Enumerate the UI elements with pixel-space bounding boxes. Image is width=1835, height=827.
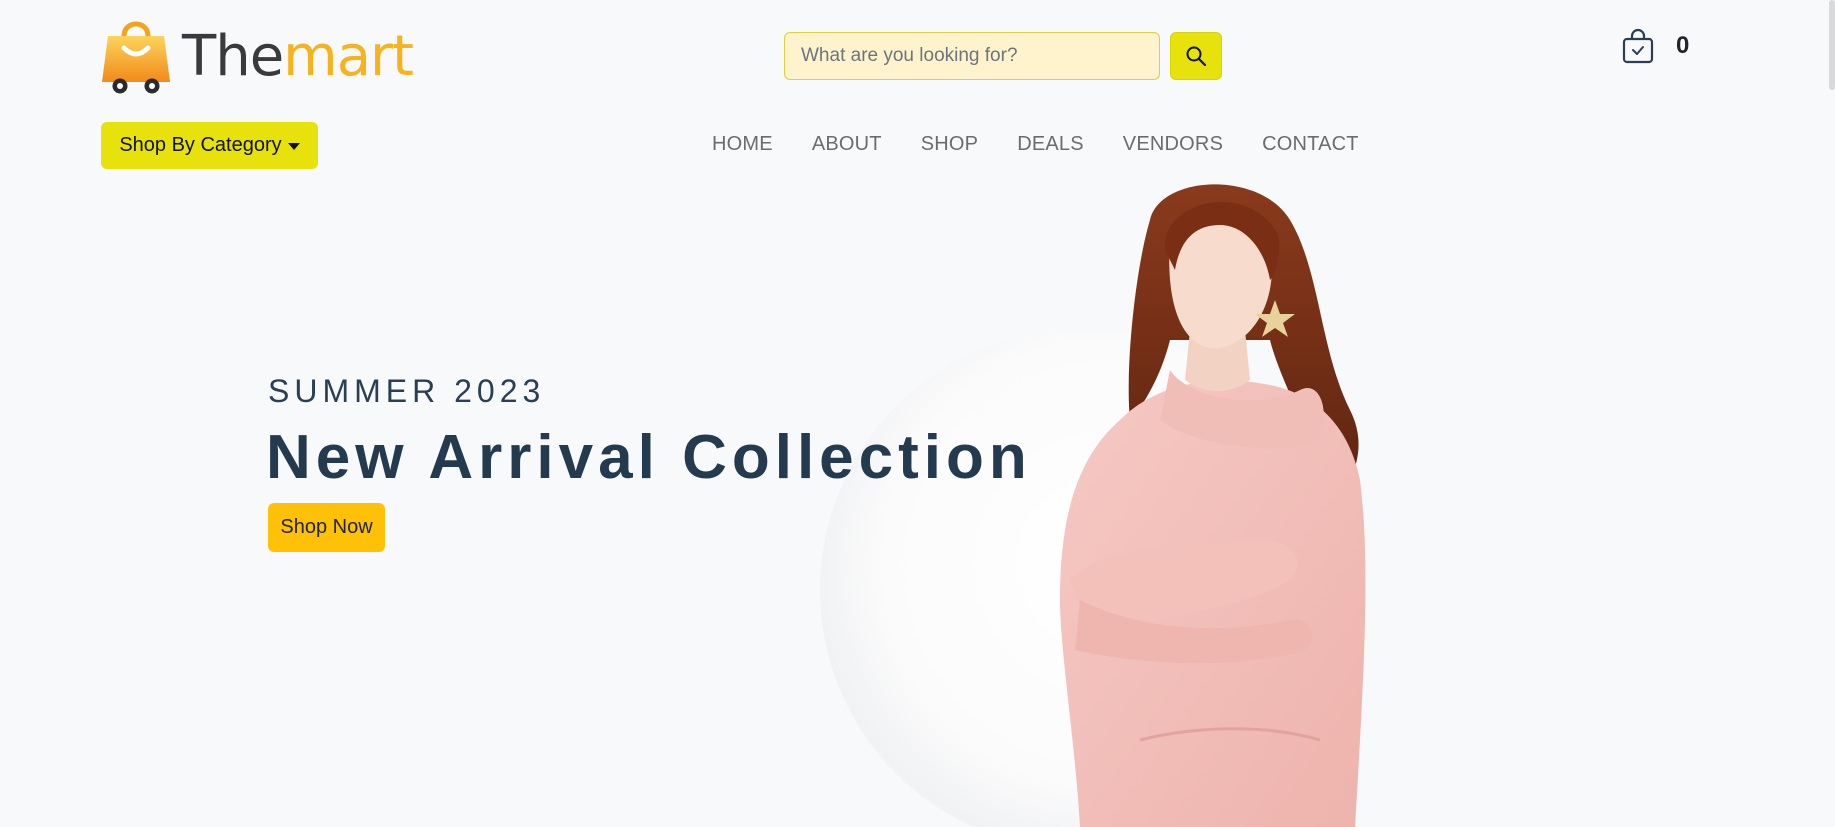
nav-link-home[interactable]: HOME [712, 133, 773, 156]
brand-name-mart: mart [283, 24, 414, 89]
nav-link-deals[interactable]: DEALS [1017, 133, 1084, 156]
shop-by-category-label: Shop By Category [119, 134, 282, 156]
search-bar [784, 32, 1222, 80]
scrollbar[interactable] [1829, 0, 1835, 90]
hero-model-image [1060, 184, 1366, 827]
nav-link-contact[interactable]: CONTACT [1262, 133, 1359, 156]
page: Themart 0 Shop By Category HOME ABOUT SH… [0, 0, 1835, 827]
hero-title: New Arrival Collection [266, 423, 1032, 492]
cart-count: 0 [1676, 32, 1690, 59]
site-logo[interactable]: Themart [100, 14, 414, 96]
main-nav: HOME ABOUT SHOP DEALS VENDORS CONTACT [712, 133, 1359, 156]
brand-name: Themart [182, 29, 414, 85]
nav-link-shop[interactable]: SHOP [921, 133, 978, 156]
search-input[interactable] [784, 32, 1160, 80]
shopping-bag-check-icon [1622, 28, 1654, 64]
shop-by-category-button[interactable]: Shop By Category [101, 122, 318, 169]
shop-now-button[interactable]: Shop Now [268, 503, 385, 552]
nav-link-vendors[interactable]: VENDORS [1123, 133, 1223, 156]
nav-link-about[interactable]: ABOUT [812, 133, 882, 156]
shopping-bag-cart-icon [102, 21, 170, 94]
search-button[interactable] [1170, 32, 1222, 80]
caret-down-icon [287, 143, 300, 150]
search-icon [1186, 46, 1207, 67]
brand-name-the: The [182, 24, 284, 89]
cart-button[interactable]: 0 [1622, 28, 1689, 64]
hero-kicker: SUMMER 2023 [268, 373, 546, 409]
